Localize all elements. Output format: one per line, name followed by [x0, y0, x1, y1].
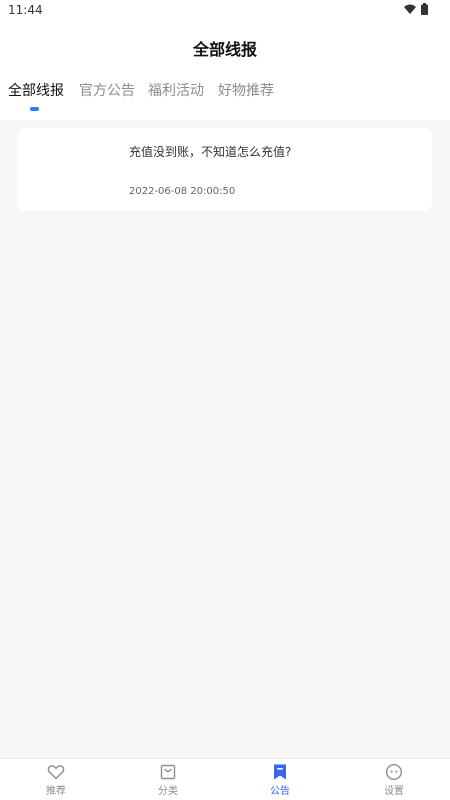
- status-bar: 11:44: [0, 0, 450, 22]
- face-icon: [385, 763, 403, 781]
- nav-item-recommend[interactable]: 推荐: [0, 763, 112, 797]
- battery-icon: [421, 3, 428, 15]
- tab-good-recommendation[interactable]: 好物推荐: [218, 80, 274, 100]
- post-timestamp: 2022-06-08 20:00:50: [129, 186, 236, 197]
- wifi-icon: [404, 4, 416, 14]
- nav-label-category: 分类: [158, 786, 178, 797]
- page-title: 全部线报: [192, 40, 257, 59]
- shopping-bag-icon: [160, 764, 176, 780]
- post-title: 充值没到账，不知道怎么充值?: [129, 145, 292, 159]
- post-card[interactable]: 充值没到账，不知道怎么充值? 2022-06-08 20:00:50: [17, 128, 432, 211]
- status-time: 11:44: [8, 3, 43, 17]
- nav-label-settings: 设置: [384, 786, 404, 797]
- heart-icon: [47, 765, 65, 780]
- nav-item-category[interactable]: 分类: [112, 763, 224, 797]
- tab-all-tips[interactable]: 全部线报: [8, 80, 64, 100]
- active-tab-indicator: [30, 107, 39, 111]
- bookmark-icon: [274, 764, 286, 780]
- bottom-nav: 推荐 分类 公告 设置: [0, 758, 450, 800]
- header: 全部线报 全部线报 官方公告 福利活动 好物推荐: [0, 22, 450, 120]
- status-icons: [404, 3, 428, 15]
- nav-label-announcement: 公告: [270, 786, 290, 797]
- nav-label-recommend: 推荐: [46, 786, 66, 797]
- nav-item-announcement[interactable]: 公告: [224, 763, 336, 797]
- nav-item-settings[interactable]: 设置: [338, 763, 450, 797]
- tab-bar: 全部线报 官方公告 福利活动 好物推荐: [0, 80, 450, 114]
- tab-welfare-activity[interactable]: 福利活动: [148, 80, 204, 100]
- post-list: 充值没到账，不知道怎么充值? 2022-06-08 20:00:50: [0, 120, 450, 758]
- tab-official-announcement[interactable]: 官方公告: [79, 80, 135, 100]
